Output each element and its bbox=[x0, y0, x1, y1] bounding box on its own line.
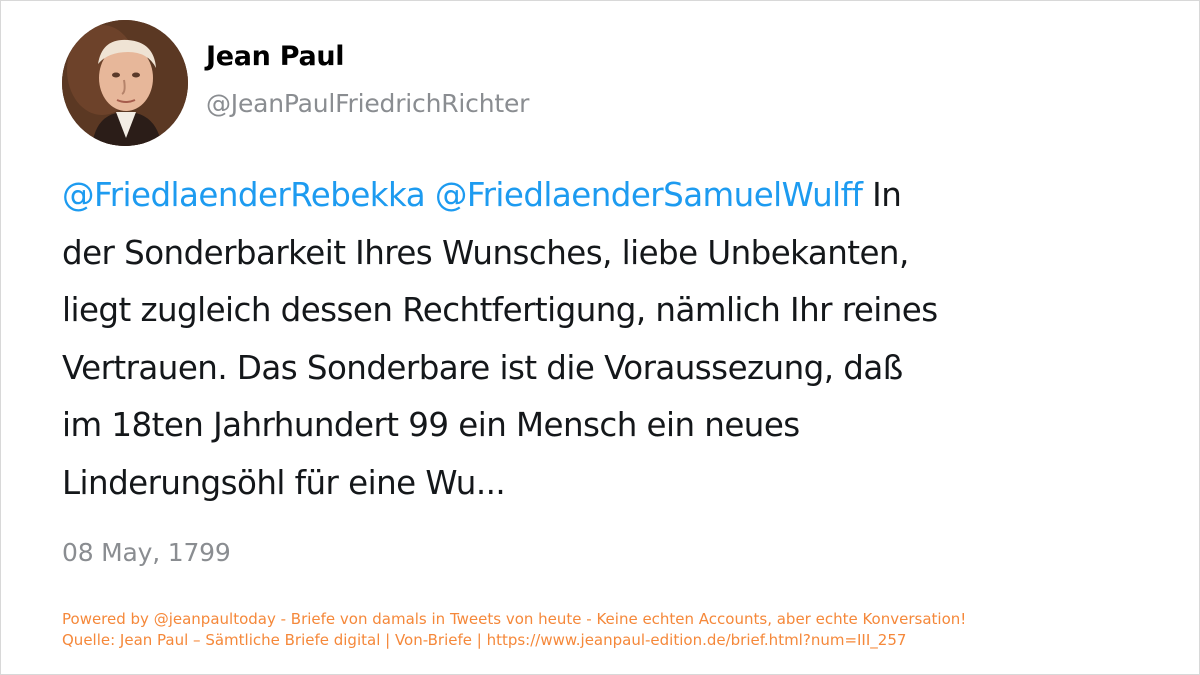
tweet-line-1: @FriedlaenderRebekka @FriedlaenderSamuel… bbox=[62, 167, 1142, 225]
tweet-card: Jean Paul @JeanPaulFriedrichRichter @Fri… bbox=[0, 0, 1200, 675]
tweet-line-4: Vertrauen. Das Sonderbare ist die Voraus… bbox=[62, 348, 903, 387]
tweet-line-text: In bbox=[862, 176, 902, 214]
avatar[interactable] bbox=[62, 20, 188, 146]
mention-link[interactable]: @FriedlaenderSamuelWulff bbox=[435, 176, 863, 214]
tweet-date: 08 May, 1799 bbox=[62, 538, 231, 567]
footer-source[interactable]: Quelle: Jean Paul – Sämtliche Briefe dig… bbox=[62, 630, 966, 651]
tweet-line-6: Linderungsöhl für eine Wu... bbox=[62, 463, 506, 502]
author-name[interactable]: Jean Paul bbox=[206, 41, 345, 72]
tweet-line-2: der Sonderbarkeit Ihres Wunsches, liebe … bbox=[62, 233, 909, 272]
footer-powered-by: Powered by @jeanpaultoday - Briefe von d… bbox=[62, 610, 967, 628]
mention-link[interactable]: @FriedlaenderRebekka bbox=[62, 176, 426, 214]
author-handle[interactable]: @JeanPaulFriedrichRichter bbox=[206, 89, 529, 118]
tweet-line-5: im 18ten Jahrhundert 99 ein Mensch ein n… bbox=[62, 406, 800, 444]
footer-credits: Powered by @jeanpaultoday - Briefe von d… bbox=[62, 609, 966, 651]
tweet-line-3: liegt zugleich dessen Rechtfertigung, nä… bbox=[62, 291, 938, 329]
portrait-avatar-icon bbox=[62, 20, 188, 146]
tweet-text: @FriedlaenderRebekka @FriedlaenderSamuel… bbox=[62, 167, 1142, 512]
